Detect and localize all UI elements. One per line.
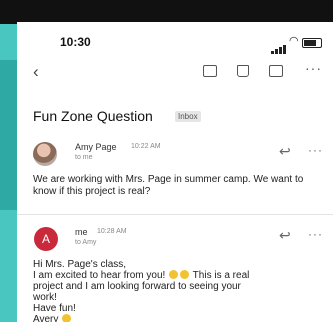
divider	[17, 214, 333, 215]
body-line: Hi Mrs. Page's class,	[33, 259, 127, 270]
left-edge-panel	[0, 60, 17, 210]
smiley-emoji-icon	[169, 270, 179, 279]
body-line-with-emoji: Avery	[33, 314, 328, 322]
body-line: work!	[33, 292, 57, 303]
body-line: Have fun!	[33, 303, 76, 314]
body-line: project and I am looking forward to seei…	[33, 281, 241, 292]
top-dark-band	[0, 0, 333, 24]
archive-icon[interactable]	[203, 65, 217, 77]
sender-name[interactable]: Amy Page	[75, 142, 117, 152]
reply-icon[interactable]: ↩	[279, 143, 291, 160]
body-line-with-emoji: I am excited to hear from you! This is a…	[33, 270, 328, 281]
message-body: We are working with Mrs. Page in summer …	[33, 174, 304, 197]
recipient-line[interactable]: to me	[75, 154, 93, 161]
back-icon[interactable]: ‹	[33, 62, 39, 82]
body-line: This is a real	[192, 270, 250, 281]
phone-screen: 10:30 ◠ ‹ ··· Fun Zone Question Inbox Am…	[17, 22, 333, 322]
message-more-icon[interactable]: ···	[308, 227, 323, 241]
reply-icon[interactable]: ↩	[279, 227, 291, 244]
signal-icon	[271, 36, 287, 54]
smiley-emoji-icon	[180, 270, 190, 279]
smiley-emoji-icon	[62, 314, 72, 322]
message-more-icon[interactable]: ···	[308, 143, 323, 157]
more-options-icon[interactable]: ···	[305, 60, 322, 76]
avatar[interactable]	[33, 142, 57, 166]
message-date: 10:28 AM	[97, 228, 127, 235]
trash-icon[interactable]	[237, 65, 249, 77]
mail-icon[interactable]	[269, 65, 283, 77]
body-line: I am excited to hear from you!	[33, 270, 166, 281]
inbox-badge[interactable]: Inbox	[175, 111, 201, 122]
recipient-line[interactable]: to Amy	[75, 239, 96, 246]
sender-name[interactable]: me	[75, 227, 88, 237]
signature: Avery	[33, 314, 59, 322]
battery-icon	[302, 38, 322, 48]
message-date: 10:22 AM	[131, 143, 161, 150]
avatar[interactable]: A	[34, 227, 58, 251]
status-time: 10:30	[60, 35, 91, 49]
wifi-icon: ◠	[289, 35, 299, 47]
status-bar: 10:30 ◠	[17, 22, 333, 54]
email-subject: Fun Zone Question	[33, 108, 153, 124]
message-body: Hi Mrs. Page's class, I am excited to he…	[33, 259, 328, 322]
